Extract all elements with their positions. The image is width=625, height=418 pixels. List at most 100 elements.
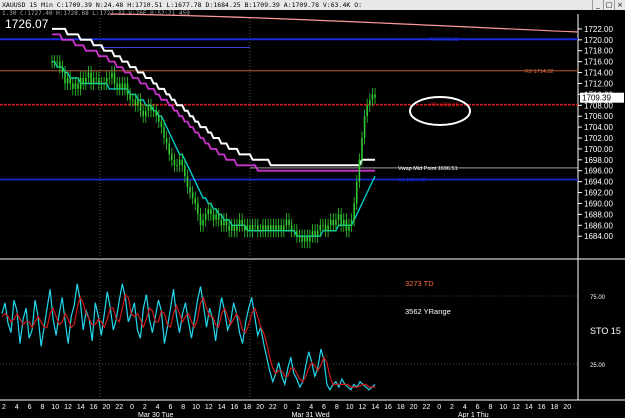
time-tick-label: 16 [231, 404, 239, 411]
sto-tick-label: 75.00 [590, 295, 606, 301]
time-tick-label: 14 [218, 404, 226, 411]
candle-body [288, 219, 290, 226]
candle-body [131, 99, 134, 101]
time-tick-label: 14 [525, 404, 533, 411]
candle-body [371, 94, 374, 100]
candle-body [262, 225, 264, 231]
time-tick-label: 12 [205, 404, 213, 411]
candle-body [108, 78, 111, 79]
candle-body [142, 110, 144, 117]
level-label-1: R2 1714.32 [525, 69, 553, 75]
candle-body [259, 230, 262, 232]
time-tick-label: 16 [538, 404, 546, 411]
candle-body [155, 110, 157, 117]
price-tick-label: 1702.00 [584, 134, 613, 143]
candle-body [236, 225, 238, 231]
candle-body [134, 99, 137, 106]
candle-body [69, 78, 72, 84]
candle-body [319, 225, 322, 231]
time-tick-label: 10 [499, 404, 507, 411]
candle-body [79, 78, 82, 89]
candle-body [163, 127, 165, 138]
price-tick-label: 1690.00 [584, 199, 613, 208]
candle-body [342, 219, 345, 226]
price-tick-label: 1704.00 [584, 123, 613, 132]
candle-body [212, 214, 215, 220]
candle-body [165, 138, 168, 144]
time-tick-label: 18 [243, 404, 251, 411]
yrange-annotation: 3562 YRange [405, 307, 451, 316]
candle-body [59, 61, 61, 68]
candle-body [129, 94, 131, 100]
candle-body [329, 219, 332, 226]
candle-body [105, 78, 108, 84]
candle-body [202, 219, 204, 226]
candle-body [85, 78, 87, 84]
candle-body [207, 208, 210, 215]
candle-body [64, 72, 66, 84]
candle-body [369, 99, 371, 106]
time-tick-label: 12 [359, 404, 367, 411]
time-tick-label: 6 [28, 404, 32, 411]
candle-body [90, 72, 92, 84]
candle-body [332, 219, 335, 226]
candle-body [95, 78, 98, 79]
ema-mid-line [52, 33, 375, 172]
candle-body [92, 78, 95, 84]
candle-body [184, 165, 186, 177]
candle-body [124, 83, 126, 89]
candle-body [103, 83, 105, 85]
candle-body [215, 214, 217, 220]
candle-body [199, 214, 202, 226]
candle-body [366, 105, 368, 117]
candle-body [280, 225, 283, 231]
candle-body [98, 78, 100, 84]
price-tick-label: 1714.00 [584, 69, 613, 78]
candle-body [210, 208, 212, 215]
candle-body [77, 83, 79, 89]
candle-body [296, 230, 298, 237]
candle-body [241, 219, 243, 226]
level-label-3: Vwap Mid Point 1696.51 [398, 166, 458, 172]
time-tick-label: 6 [168, 404, 172, 411]
time-tick-label: 20 [563, 404, 571, 411]
candle-body [217, 214, 220, 220]
candle-body [168, 143, 170, 155]
candle-body [144, 110, 147, 117]
price-tick-label: 1720.00 [584, 36, 613, 45]
candle-body [353, 203, 355, 220]
time-tick-label: 20 [256, 404, 264, 411]
candle-body [327, 225, 329, 231]
time-tick-label: 2 [143, 404, 147, 411]
chart-canvas[interactable]: R1 1720.11 R2 1714.32 PP 1708.10 Vwap Mid P… [0, 0, 625, 418]
candle-body [230, 225, 233, 231]
candle-body [178, 159, 181, 166]
candle-body [139, 99, 142, 111]
date-label-0: Mar 30 Tue [138, 412, 174, 418]
time-tick-label: 6 [322, 404, 326, 411]
candle-body [113, 72, 116, 84]
candle-body [283, 225, 285, 231]
time-tick-label: 10 [51, 404, 59, 411]
time-tick-label: 6 [476, 404, 480, 411]
candle-body [251, 225, 254, 231]
candle-body [277, 225, 280, 231]
date-label-1: Mar 31 Wed [292, 412, 330, 418]
time-tick-label: 10 [192, 404, 200, 411]
price-tick-label: 1718.00 [584, 47, 613, 56]
price-tick-label: 1722.00 [584, 25, 613, 34]
candle-body [82, 78, 85, 84]
price-tick-label: 1694.00 [584, 178, 613, 187]
candle-body [246, 225, 249, 231]
candle-body [204, 214, 207, 220]
trading-chart-window: XAUUSD 15 Min C:1709.39 N:24.48 H:1710.5… [0, 0, 625, 418]
candle-body [87, 72, 90, 78]
price-tick-label: 1688.00 [584, 210, 613, 219]
price-tick-label: 1712.00 [584, 79, 613, 88]
time-tick-label: 10 [346, 404, 354, 411]
candle-body [316, 230, 319, 237]
candle-body [290, 225, 293, 231]
time-tick-label: 20 [103, 404, 111, 411]
time-tick-label: 18 [551, 404, 559, 411]
level-label-4: S1 1694.38 [398, 178, 426, 184]
